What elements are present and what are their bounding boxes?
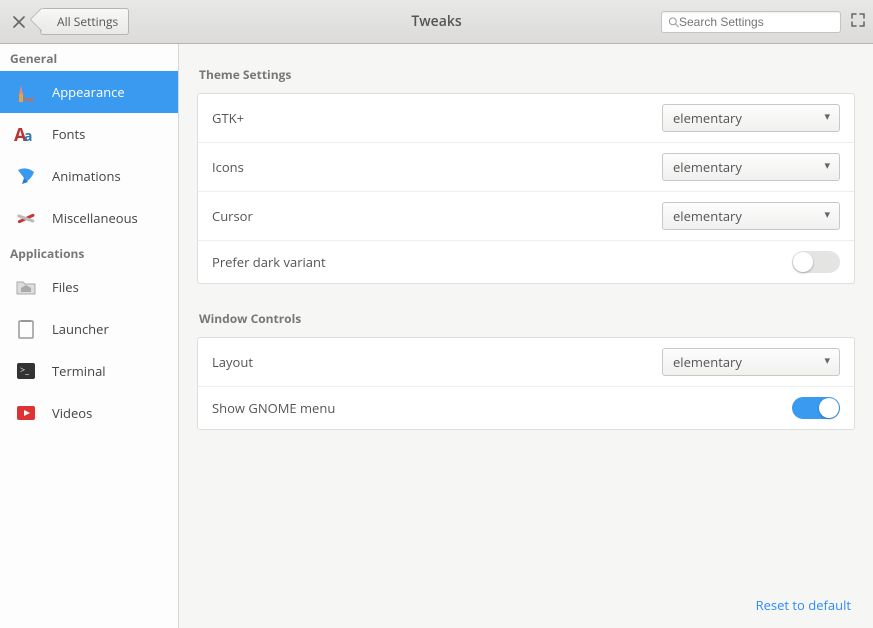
svg-text:>_: >_: [20, 363, 29, 376]
row-cursor: Cursor elementary: [198, 192, 854, 241]
search-field[interactable]: [661, 11, 841, 33]
sidebar-item-label: Appearance: [52, 83, 125, 101]
search-input[interactable]: [679, 15, 834, 29]
search-icon: [668, 15, 679, 29]
main-content: Theme Settings GTK+ elementary Icons ele…: [179, 44, 873, 628]
window-title: Tweaks: [411, 12, 461, 31]
fullscreen-button[interactable]: [851, 13, 865, 31]
close-icon: [13, 16, 25, 28]
switch-knob: [819, 398, 839, 418]
row-label: Prefer dark variant: [212, 253, 326, 271]
back-button-label: All Settings: [57, 13, 118, 30]
header-bar: All Settings Tweaks: [0, 0, 873, 44]
close-button[interactable]: [8, 11, 30, 33]
sidebar-item-animations[interactable]: Animations: [0, 155, 178, 197]
fonts-icon: Aa: [12, 120, 40, 148]
sidebar-item-videos[interactable]: Videos: [0, 392, 178, 434]
sidebar-item-label: Fonts: [52, 125, 85, 143]
back-button[interactable]: All Settings: [40, 8, 129, 35]
svg-text:a: a: [24, 127, 32, 146]
sidebar-item-label: Animations: [52, 167, 121, 185]
icons-select[interactable]: elementary: [662, 153, 840, 181]
section-header-theme: Theme Settings: [199, 66, 855, 83]
row-gtk: GTK+ elementary: [198, 94, 854, 143]
theme-settings-card: GTK+ elementary Icons elementary Cursor …: [197, 93, 855, 284]
row-label: Cursor: [212, 207, 253, 225]
sidebar-item-label: Launcher: [52, 320, 109, 338]
sidebar-item-label: Terminal: [52, 362, 106, 380]
sidebar-item-fonts[interactable]: Aa Fonts: [0, 113, 178, 155]
videos-icon: [12, 399, 40, 427]
row-layout: Layout elementary: [198, 338, 854, 387]
sidebar-item-miscellaneous[interactable]: Miscellaneous: [0, 197, 178, 239]
layout-select[interactable]: elementary: [662, 348, 840, 376]
row-gnome-menu: Show GNOME menu: [198, 387, 854, 429]
terminal-icon: >_: [12, 357, 40, 385]
gtk-select[interactable]: elementary: [662, 104, 840, 132]
miscellaneous-icon: [12, 204, 40, 232]
row-label: Icons: [212, 158, 244, 176]
row-label: GTK+: [212, 109, 244, 127]
select-value: elementary: [673, 158, 742, 176]
gnome-menu-switch[interactable]: [792, 397, 840, 419]
sidebar-item-appearance[interactable]: Appearance: [0, 71, 178, 113]
window-controls-card: Layout elementary Show GNOME menu: [197, 337, 855, 430]
select-value: elementary: [673, 207, 742, 225]
row-dark-variant: Prefer dark variant: [198, 241, 854, 283]
row-label: Layout: [212, 353, 253, 371]
sidebar-item-label: Files: [52, 278, 79, 296]
select-value: elementary: [673, 109, 742, 127]
fullscreen-icon: [851, 13, 865, 27]
sidebar-item-files[interactable]: Files: [0, 266, 178, 308]
animations-icon: [12, 162, 40, 190]
sidebar-item-label: Videos: [52, 404, 92, 422]
row-label: Show GNOME menu: [212, 399, 335, 417]
switch-knob: [793, 252, 813, 272]
launcher-icon: [12, 315, 40, 343]
cursor-select[interactable]: elementary: [662, 202, 840, 230]
row-icons: Icons elementary: [198, 143, 854, 192]
select-value: elementary: [673, 353, 742, 371]
section-header-window: Window Controls: [199, 310, 855, 327]
sidebar-header-applications: Applications: [0, 239, 178, 266]
sidebar-header-general: General: [0, 44, 178, 71]
sidebar: General Appearance Aa Fonts Animations M…: [0, 44, 179, 628]
sidebar-item-launcher[interactable]: Launcher: [0, 308, 178, 350]
footer: Reset to default: [197, 586, 855, 628]
appearance-icon: [12, 78, 40, 106]
dark-variant-switch[interactable]: [792, 251, 840, 273]
files-icon: [12, 273, 40, 301]
sidebar-item-terminal[interactable]: >_ Terminal: [0, 350, 178, 392]
reset-link[interactable]: Reset to default: [756, 596, 851, 614]
sidebar-item-label: Miscellaneous: [52, 209, 138, 227]
